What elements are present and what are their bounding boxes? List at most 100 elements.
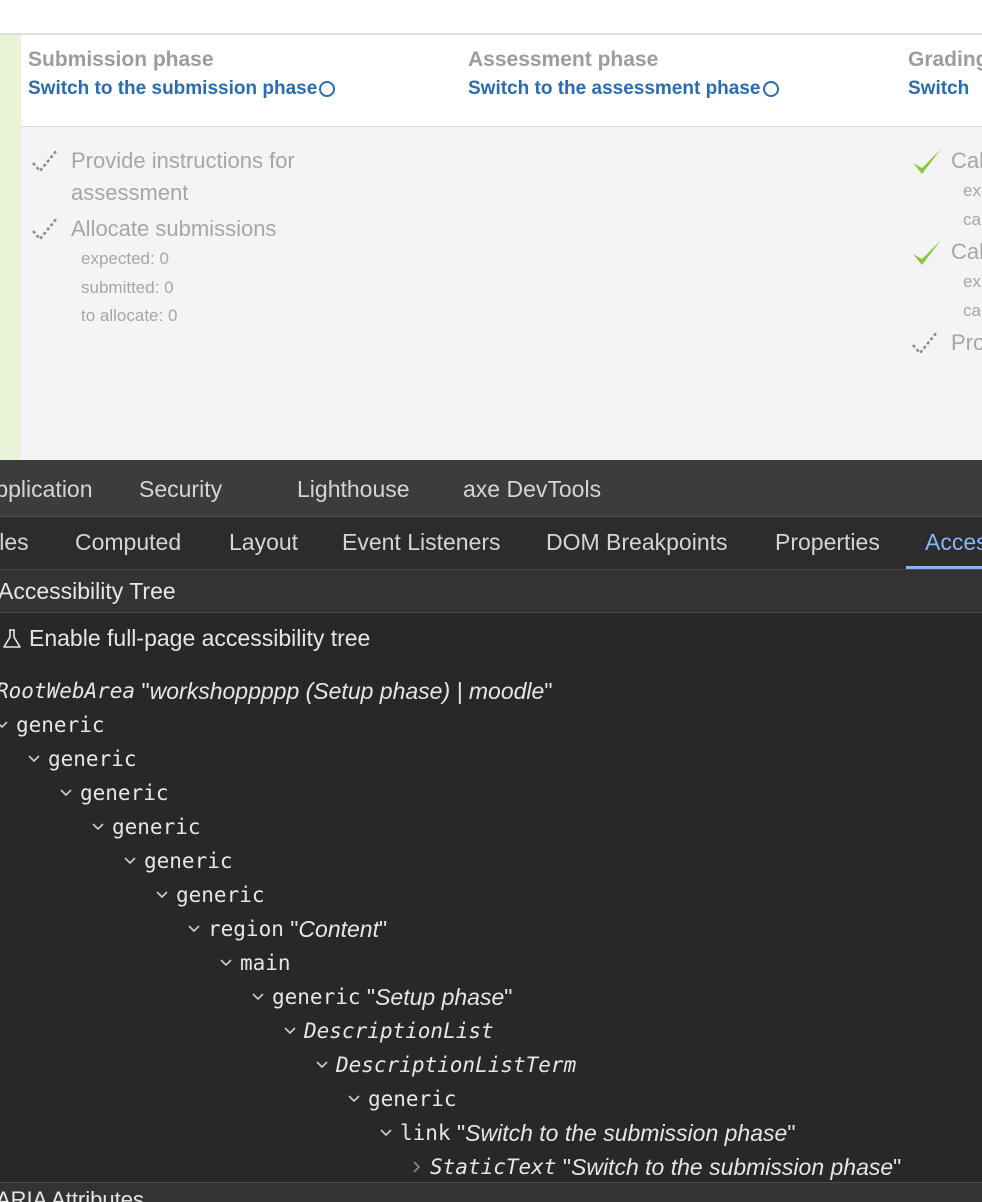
tree-node[interactable]: generic — [122, 844, 233, 878]
chevron-down-icon[interactable] — [0, 717, 10, 733]
node-role: DescriptionList — [304, 1019, 494, 1043]
chevron-down-icon[interactable] — [282, 1023, 298, 1039]
phase-tasks — [461, 127, 901, 460]
node-role: DescriptionListTerm — [336, 1053, 577, 1077]
task-item: Calculate — [911, 238, 982, 270]
phase-header: Grading evaluation phase Switch — [901, 35, 982, 127]
chevron-down-icon[interactable] — [250, 989, 266, 1005]
done-check-icon — [911, 147, 951, 179]
tree-node-static-text[interactable]: StaticText "Switch to the submission pha… — [408, 1150, 901, 1184]
task-details: expected calculated — [963, 177, 982, 234]
active-tab-indicator — [906, 566, 982, 569]
circle-icon — [319, 81, 336, 97]
phase-header: Assessment phase Switch to the assessmen… — [461, 35, 901, 127]
tree-node[interactable]: generic — [0, 708, 105, 742]
switch-to-assessment-link[interactable]: Switch to the assessment phase — [468, 78, 901, 100]
chevron-down-icon[interactable] — [186, 921, 202, 937]
task-label: Calculate — [951, 239, 982, 264]
phase-tasks: Calculate expected calculated Calculate … — [901, 127, 982, 460]
circle-icon — [762, 81, 779, 97]
tab-styles[interactable]: Styles — [0, 529, 29, 556]
node-name: Setup phase — [375, 983, 505, 1010]
task-label: Provide — [951, 330, 982, 355]
tab-accessibility[interactable]: Accessibility — [925, 529, 982, 556]
task-label: Calculate — [951, 148, 982, 173]
tree-node-main[interactable]: main — [218, 946, 291, 980]
node-role: generic — [80, 781, 169, 805]
tree-node-description-list[interactable]: DescriptionList — [282, 1014, 494, 1048]
node-role: generic — [144, 849, 233, 873]
switch-link-label: Switch to the assessment phase — [468, 78, 761, 99]
tab-dom-breakpoints[interactable]: DOM Breakpoints — [546, 529, 728, 556]
phase-title: Submission phase — [28, 48, 214, 71]
enable-full-page-tree-button[interactable]: Enable full-page accessibility tree — [0, 625, 370, 652]
tab-security[interactable]: Security — [139, 476, 222, 503]
detail-calculated: calculated — [963, 300, 982, 320]
tab-lighthouse[interactable]: Lighthouse — [297, 476, 410, 503]
tree-node[interactable]: generic — [154, 878, 265, 912]
tab-application[interactable]: Application — [0, 476, 93, 503]
tab-axe-devtools[interactable]: axe DevTools — [463, 476, 601, 503]
chevron-down-icon[interactable] — [346, 1091, 362, 1107]
enable-label: Enable full-page accessibility tree — [29, 625, 371, 651]
detail-to-allocate: to allocate: 0 — [81, 306, 178, 325]
chevron-down-icon[interactable] — [122, 853, 138, 869]
devtools-main-tabs: Application Security Lighthouse axe DevT… — [0, 460, 982, 517]
done-check-icon — [911, 238, 951, 270]
pane-title: Accessibility Tree — [0, 578, 176, 604]
devtools-panel: Application Security Lighthouse axe DevT… — [0, 460, 982, 1202]
detail-calculated: calculated — [963, 209, 982, 229]
task-item: Calculate — [911, 147, 982, 179]
tree-node-root[interactable]: RootWebArea "workshoppppp (Setup phase) … — [0, 674, 552, 708]
phase-tasks: Provide instructions for assessment Allo… — [21, 127, 461, 460]
chevron-down-icon[interactable] — [154, 887, 170, 903]
tab-layout[interactable]: Layout — [229, 529, 298, 556]
tree-node-link[interactable]: link "Switch to the submission phase" — [378, 1116, 795, 1150]
detail-expected: expected — [963, 181, 982, 200]
accessibility-tree-header[interactable]: Accessibility Tree — [0, 570, 982, 613]
chevron-right-icon[interactable] — [408, 1159, 424, 1175]
tree-node[interactable]: generic "Setup phase" — [250, 980, 512, 1014]
chevron-down-icon[interactable] — [90, 819, 106, 835]
switch-to-submission-link[interactable]: Switch to the submission phase — [28, 78, 461, 100]
footer-label: ARIA Attributes — [0, 1187, 144, 1202]
task-item: Provide instructions for assessment — [31, 147, 461, 211]
chevron-down-icon[interactable] — [218, 955, 234, 971]
devtools-sidebar-tabs: Styles Computed Layout Event Listeners D… — [0, 517, 982, 570]
tab-computed[interactable]: Computed — [75, 529, 181, 556]
switch-to-grading-link[interactable]: Switch — [908, 78, 982, 100]
switch-link-label: Switch to the submission phase — [28, 78, 318, 99]
tree-node-description-list-term[interactable]: DescriptionListTerm — [314, 1048, 576, 1082]
chevron-down-icon[interactable] — [26, 751, 42, 767]
switch-link-label: Switch — [908, 78, 970, 99]
node-role: generic — [368, 1087, 457, 1111]
submission-phase-column: Submission phase Switch to the submissio… — [21, 35, 462, 460]
tab-event-listeners[interactable]: Event Listeners — [342, 529, 501, 556]
tree-node[interactable]: generic — [346, 1082, 457, 1116]
todo-check-icon — [31, 215, 71, 247]
task-item: Allocate submissions — [31, 215, 461, 247]
aria-attributes-header[interactable]: ARIA Attributes — [0, 1182, 982, 1202]
node-role: generic — [176, 883, 265, 907]
task-details: expected: 0 submitted: 0 to allocate: 0 — [81, 245, 461, 331]
phase-header: Submission phase Switch to the submissio… — [21, 35, 461, 127]
node-role: generic — [48, 747, 137, 771]
task-details: expected calculated — [963, 268, 982, 325]
tree-node[interactable]: generic — [58, 776, 169, 810]
tree-node-region[interactable]: region "Content" — [186, 912, 387, 946]
node-role: link — [400, 1121, 451, 1145]
grading-phase-column: Grading evaluation phase Switch Calculat… — [901, 35, 982, 460]
chevron-down-icon[interactable] — [58, 785, 74, 801]
chevron-down-icon[interactable] — [378, 1125, 394, 1141]
node-role: RootWebArea — [0, 679, 136, 703]
node-name: workshoppppp (Setup phase) | moodle — [149, 677, 545, 704]
task-label: Allocate submissions — [71, 216, 277, 241]
tab-properties[interactable]: Properties — [775, 529, 880, 556]
node-name: Switch to the submission phase — [571, 1153, 894, 1180]
chevron-down-icon[interactable] — [314, 1057, 330, 1073]
node-role: main — [240, 951, 291, 975]
detail-submitted: submitted: 0 — [81, 277, 174, 297]
tree-node[interactable]: generic — [26, 742, 137, 776]
tree-node[interactable]: generic — [90, 810, 201, 844]
assessment-phase-column: Assessment phase Switch to the assessmen… — [461, 35, 902, 460]
